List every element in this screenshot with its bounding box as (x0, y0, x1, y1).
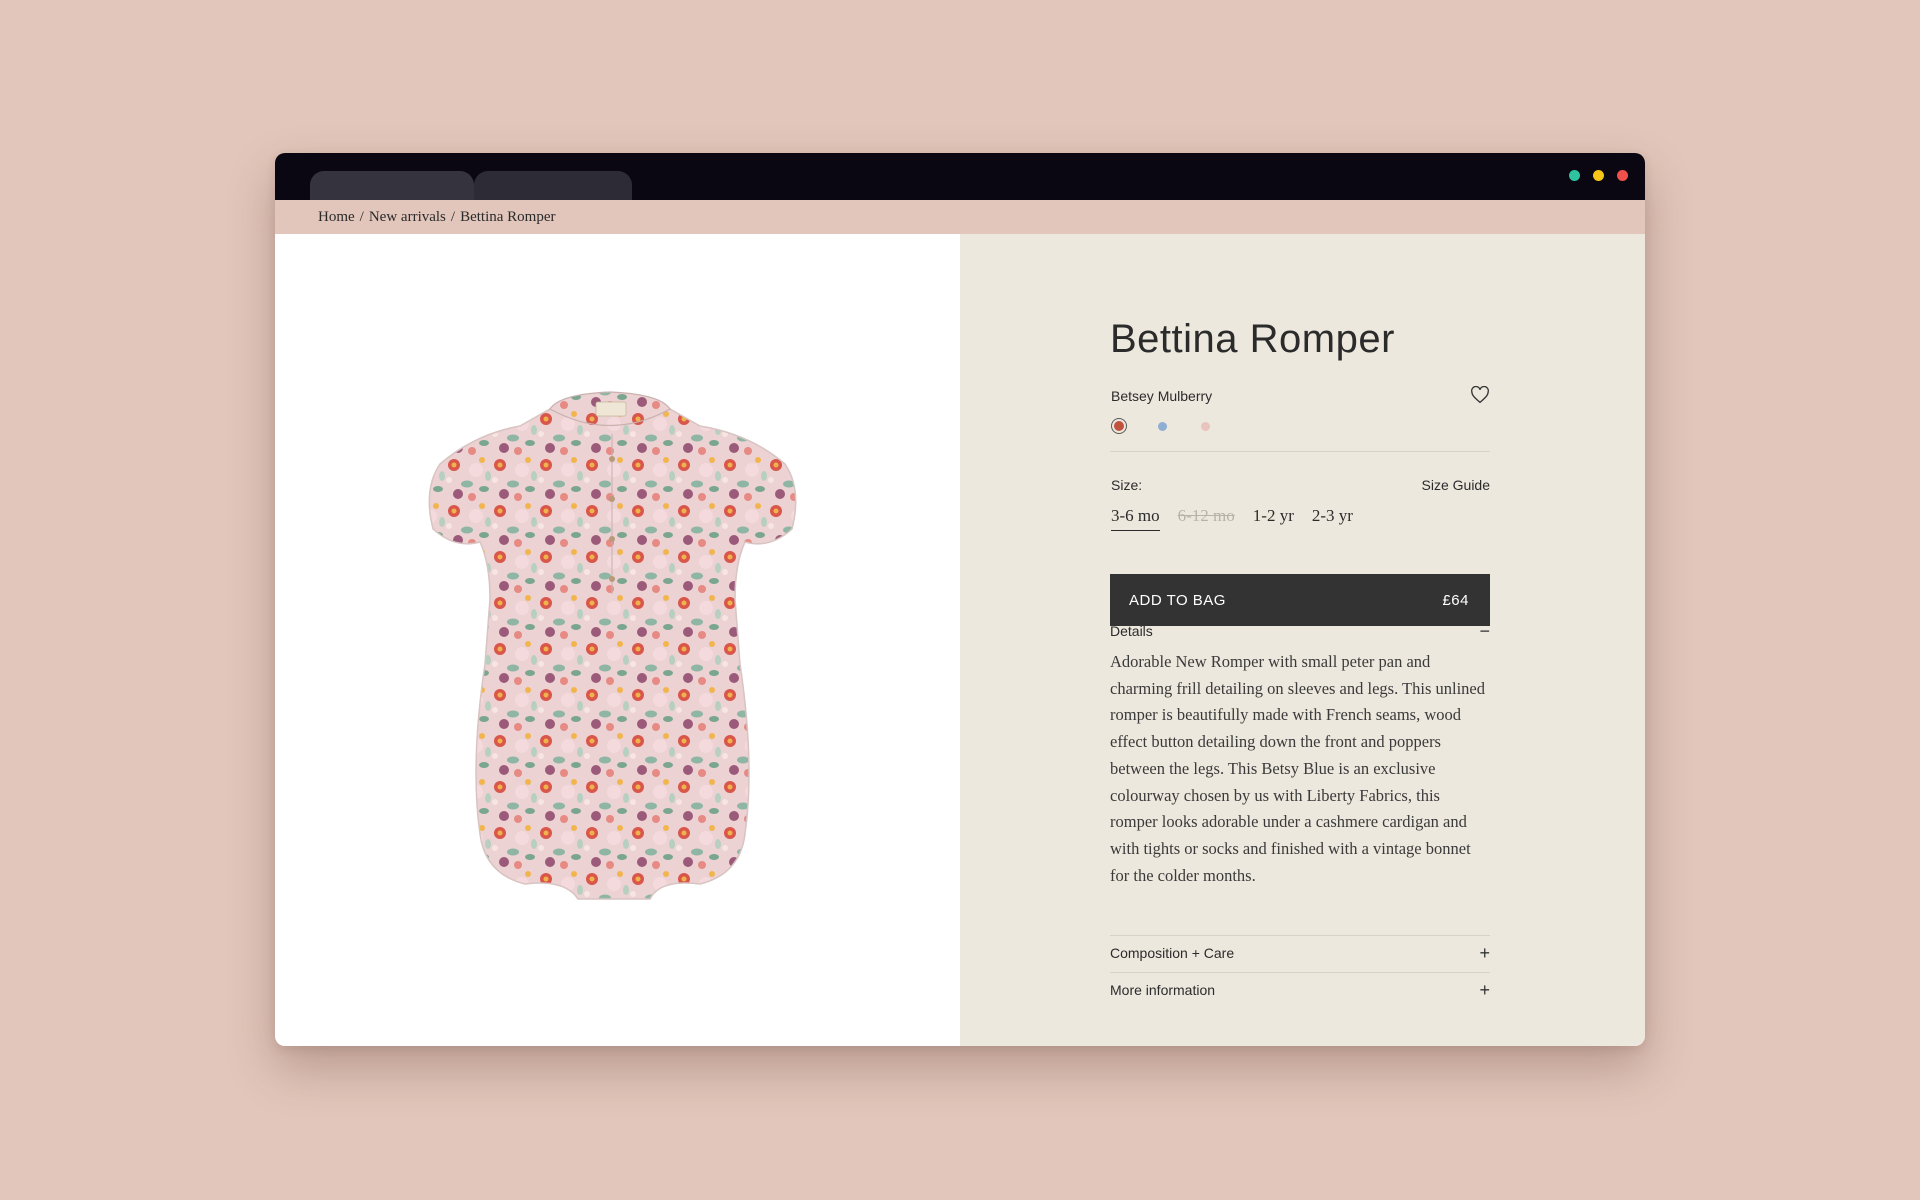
size-option-2-3-yr[interactable]: 2-3 yr (1312, 506, 1353, 531)
size-options: 3-6 mo 6-12 mo 1-2 yr 2-3 yr (1111, 506, 1353, 531)
breadcrumb-current-page: Bettina Romper (460, 208, 556, 225)
breadcrumb-separator: / (359, 208, 364, 225)
expand-plus-icon[interactable]: + (1479, 981, 1490, 999)
price: £64 (1442, 591, 1469, 609)
size-label: Size: (1111, 477, 1143, 493)
divider (1110, 451, 1490, 452)
colour-swatch-mulberry[interactable] (1111, 418, 1127, 434)
composition-care-accordion-header[interactable]: Composition + Care + (1110, 944, 1490, 962)
colour-swatch-pink[interactable] (1197, 418, 1213, 434)
product-info-panel: Bettina Romper Betsey Mulberry Size: Siz… (960, 234, 1645, 1046)
window-dot-red[interactable] (1617, 170, 1628, 181)
add-to-bag-button[interactable]: ADD TO BAG £64 (1110, 574, 1490, 626)
breadcrumb-separator: / (450, 208, 456, 225)
product-title: Bettina Romper (1110, 317, 1395, 361)
product-image[interactable] (400, 364, 820, 924)
divider (1110, 935, 1490, 936)
size-guide-link[interactable]: Size Guide (1422, 477, 1490, 493)
breadcrumb-new-arrivals-link[interactable]: New arrivals (369, 209, 446, 226)
more-information-label: More information (1110, 982, 1216, 998)
size-option-6-12-mo: 6-12 mo (1177, 506, 1235, 525)
details-accordion-header[interactable]: Details − (1110, 622, 1490, 640)
breadcrumb-home-link[interactable]: Home (318, 209, 355, 226)
divider (1110, 972, 1490, 973)
collapse-minus-icon[interactable]: − (1479, 622, 1490, 640)
window-dot-green[interactable] (1569, 170, 1580, 181)
wishlist-heart-icon[interactable] (1470, 386, 1490, 404)
colour-swatches (1111, 418, 1213, 434)
details-description: Adorable New Romper with small peter pan… (1110, 652, 1485, 885)
browser-window: Home / New arrivals / Bettina Romper Bet… (275, 153, 1645, 1046)
more-information-accordion-header[interactable]: More information + (1110, 981, 1490, 999)
details-label: Details (1110, 623, 1153, 639)
colour-name: Betsey Mulberry (1111, 388, 1213, 404)
colour-swatch-blue[interactable] (1154, 418, 1170, 434)
browser-titlebar (275, 153, 1645, 200)
browser-tab-2[interactable] (474, 171, 632, 200)
add-to-bag-label: ADD TO BAG (1129, 591, 1226, 609)
size-option-1-2-yr[interactable]: 1-2 yr (1253, 506, 1294, 531)
browser-tab-1[interactable] (310, 171, 474, 200)
composition-care-label: Composition + Care (1110, 945, 1235, 961)
size-option-3-6-mo[interactable]: 3-6 mo (1111, 506, 1160, 531)
product-image-panel (275, 234, 960, 1046)
window-dot-yellow[interactable] (1593, 170, 1604, 181)
window-controls (1569, 170, 1628, 181)
expand-plus-icon[interactable]: + (1479, 944, 1490, 962)
breadcrumb: Home / New arrivals / Bettina Romper (275, 200, 1645, 234)
